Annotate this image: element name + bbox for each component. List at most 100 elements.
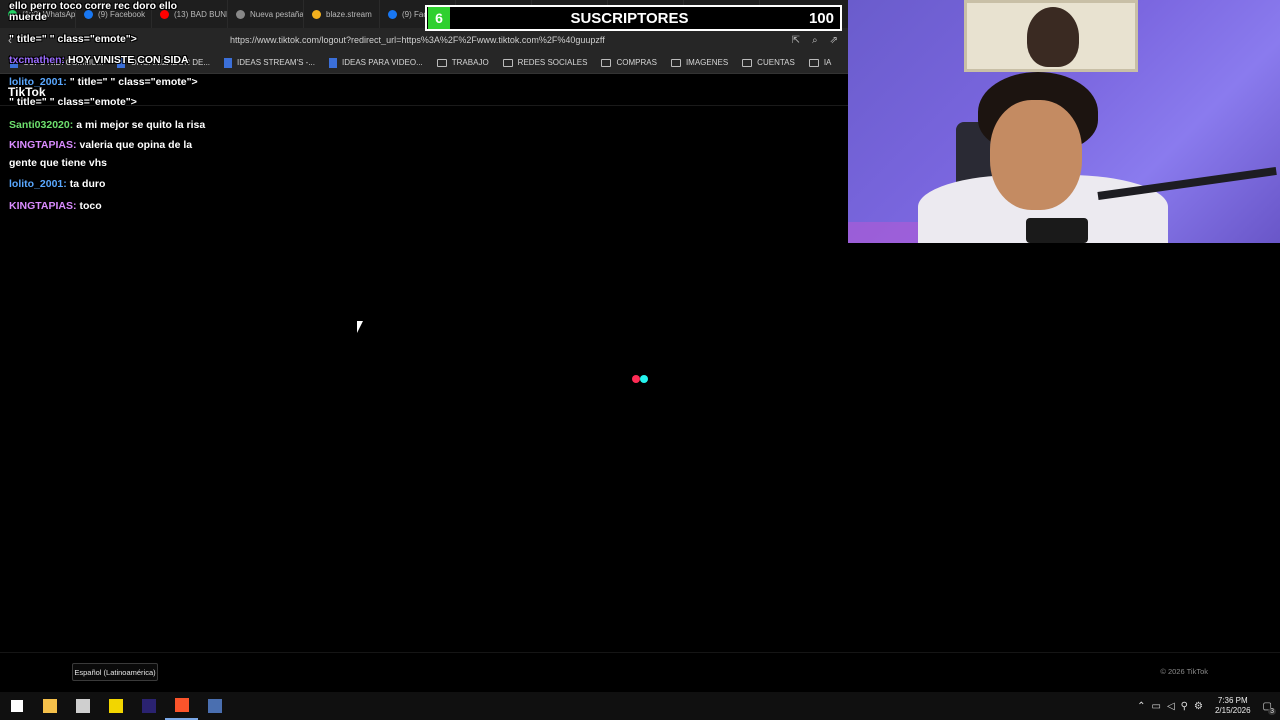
windows-taskbar: ⌃ ▭ ◁ ⚲ ⚙ 7:36 PM 2/15/2026 ▢ 3	[0, 692, 1280, 720]
bookmarks-bar: CUPS NIDI COMMU... ORGANIZADOR DE... IDEAS…	[0, 52, 848, 74]
chat-text: toco	[79, 200, 102, 212]
tab-label: (9) Facebook	[98, 9, 146, 19]
bookmark-item[interactable]: TRABAJO	[436, 58, 489, 67]
chat-message: KINGTAPIAS: toco	[9, 200, 102, 212]
browser-tab[interactable]: (13) BAD BUNNY	[152, 0, 228, 28]
chat-message: KINGTAPIAS: valeria que opina de la	[9, 139, 192, 151]
browser-tab[interactable]: blaze.stream	[304, 0, 380, 28]
doc-icon	[224, 57, 233, 68]
file-explorer-icon	[42, 699, 57, 713]
taskbar-app[interactable]	[132, 692, 165, 720]
taskbar-apps	[0, 692, 231, 720]
back-icon[interactable]: ‹	[8, 33, 12, 47]
taskbar-app[interactable]	[165, 692, 198, 720]
subscriber-goal: 100	[808, 9, 834, 27]
open-external-icon[interactable]: ⇱	[792, 35, 800, 46]
zoom-icon[interactable]: ⌕	[812, 35, 818, 46]
notification-count: 3	[1268, 707, 1276, 715]
chat-text: valeria que opina de la	[79, 139, 193, 151]
taskbar-app[interactable]	[0, 692, 33, 720]
bookmark-item[interactable]: CUPS NIDI COMMU...	[10, 57, 103, 68]
doc-icon	[10, 57, 18, 68]
copyright-text: © 2026 TikTok	[1160, 667, 1208, 676]
subscriber-count: 6	[428, 7, 450, 29]
tab-label: blaze.stream	[326, 9, 372, 19]
loader-dot-red	[632, 375, 640, 383]
microphone	[1026, 218, 1088, 243]
tab-label: (102) WhatsApp	[22, 9, 76, 19]
settings-icon[interactable]: ⚙	[1194, 701, 1203, 712]
tab-label: Nueva pestaña	[250, 9, 304, 19]
browser-tab[interactable]: Nueva pestaña	[228, 0, 304, 28]
doc-icon	[329, 57, 337, 68]
chat-text: ta duro	[69, 178, 106, 190]
folder-icon	[670, 58, 681, 67]
bookmark-item[interactable]: REDES SOCIALES	[502, 58, 587, 67]
bookmark-label: COMPRAS	[616, 58, 657, 67]
nav-buttons: ‹ ✕	[0, 33, 230, 47]
bookmark-item[interactable]: ORGANIZADOR DE...	[117, 57, 211, 68]
bookmark-label: TRABAJO	[451, 58, 489, 67]
power-icon[interactable]: ⚲	[1181, 701, 1188, 712]
url-field[interactable]: https://www.tiktok.com/logout?redirect_u…	[230, 35, 792, 45]
taskbar-app[interactable]	[33, 692, 66, 720]
bookmark-label: IA	[823, 58, 832, 67]
chat-username: lolito_2001:	[9, 178, 67, 190]
chat-message: lolito_2001: ta duro	[9, 178, 105, 190]
streamer-face	[990, 100, 1082, 210]
premiere-icon	[141, 699, 156, 713]
taskbar-app[interactable]	[66, 692, 99, 720]
chat-text: a mi mejor se quito la risa	[76, 119, 206, 131]
poster-figure	[1027, 7, 1079, 67]
subscriber-label: SUSCRIPTORES	[570, 9, 689, 27]
folder-icon	[742, 58, 753, 67]
browser-tab[interactable]: (9) Facebook	[76, 0, 152, 28]
tiktok-logo[interactable]: TikTok	[8, 85, 46, 99]
bookmark-label: ORGANIZADOR DE...	[130, 58, 211, 67]
clock-date: 2/15/2026	[1214, 706, 1251, 715]
chat-username: KINGTAPIAS:	[9, 200, 77, 212]
tiktok-header	[0, 74, 848, 106]
taskbar-app[interactable]	[198, 692, 231, 720]
chevron-up-icon[interactable]: ⌃	[1137, 701, 1145, 712]
webcam-feed	[848, 0, 1280, 243]
bookmark-item[interactable]: IDEAS STREAM'S -...	[224, 57, 315, 68]
bookmark-item[interactable]: CUENTAS	[742, 58, 795, 67]
calculator-icon	[207, 699, 222, 713]
bookmark-label: CUENTAS	[757, 58, 795, 67]
folder-icon	[808, 58, 819, 67]
sticky-notes-icon	[108, 699, 123, 713]
bookmark-item[interactable]: IMAGENES	[670, 58, 729, 67]
facebook-icon	[388, 9, 397, 19]
bookmark-item[interactable]: IA	[808, 58, 832, 67]
bookmark-label: IMAGENES	[685, 58, 729, 67]
notification-icon[interactable]: ▢ 3	[1263, 701, 1276, 715]
folder-icon	[502, 58, 513, 67]
volume-icon[interactable]: ◁	[1167, 701, 1175, 712]
address-actions: ⇱ ⌕ ⇗	[792, 35, 848, 46]
clock[interactable]: 7:36 PM 2/15/2026	[1215, 696, 1251, 716]
wall-poster	[964, 0, 1138, 72]
facebook-icon	[84, 9, 93, 19]
share-icon[interactable]: ⇗	[830, 35, 838, 46]
browser-tab[interactable]: (102) WhatsApp	[0, 0, 76, 28]
network-icon[interactable]: ▭	[1152, 701, 1161, 712]
bookmark-item[interactable]: COMPRAS	[601, 58, 657, 67]
taskbar-app[interactable]	[99, 692, 132, 720]
tiktok-footer	[0, 652, 1280, 692]
blaze-icon	[312, 9, 321, 19]
folder-icon	[601, 58, 612, 67]
close-icon[interactable]: ✕	[22, 33, 32, 47]
clock-app-icon	[75, 699, 90, 713]
brave-icon	[236, 9, 245, 19]
clock-time: 7:36 PM	[1217, 696, 1248, 705]
bookmark-item[interactable]: IDEAS PARA VIDEO...	[329, 57, 423, 68]
chat-username: Santi032020:	[9, 119, 74, 131]
language-select[interactable]: Español (Latinoamérica)	[72, 663, 158, 681]
bookmark-label: IDEAS STREAM'S -...	[237, 58, 315, 67]
mouse-cursor-icon	[357, 321, 363, 333]
chat-message: Santi032020: a mi mejor se quito la risa	[9, 119, 205, 131]
chat-username: KINGTAPIAS:	[9, 139, 77, 151]
loading-spinner	[632, 375, 650, 383]
chat-text: gente que tiene vhs	[9, 157, 108, 169]
